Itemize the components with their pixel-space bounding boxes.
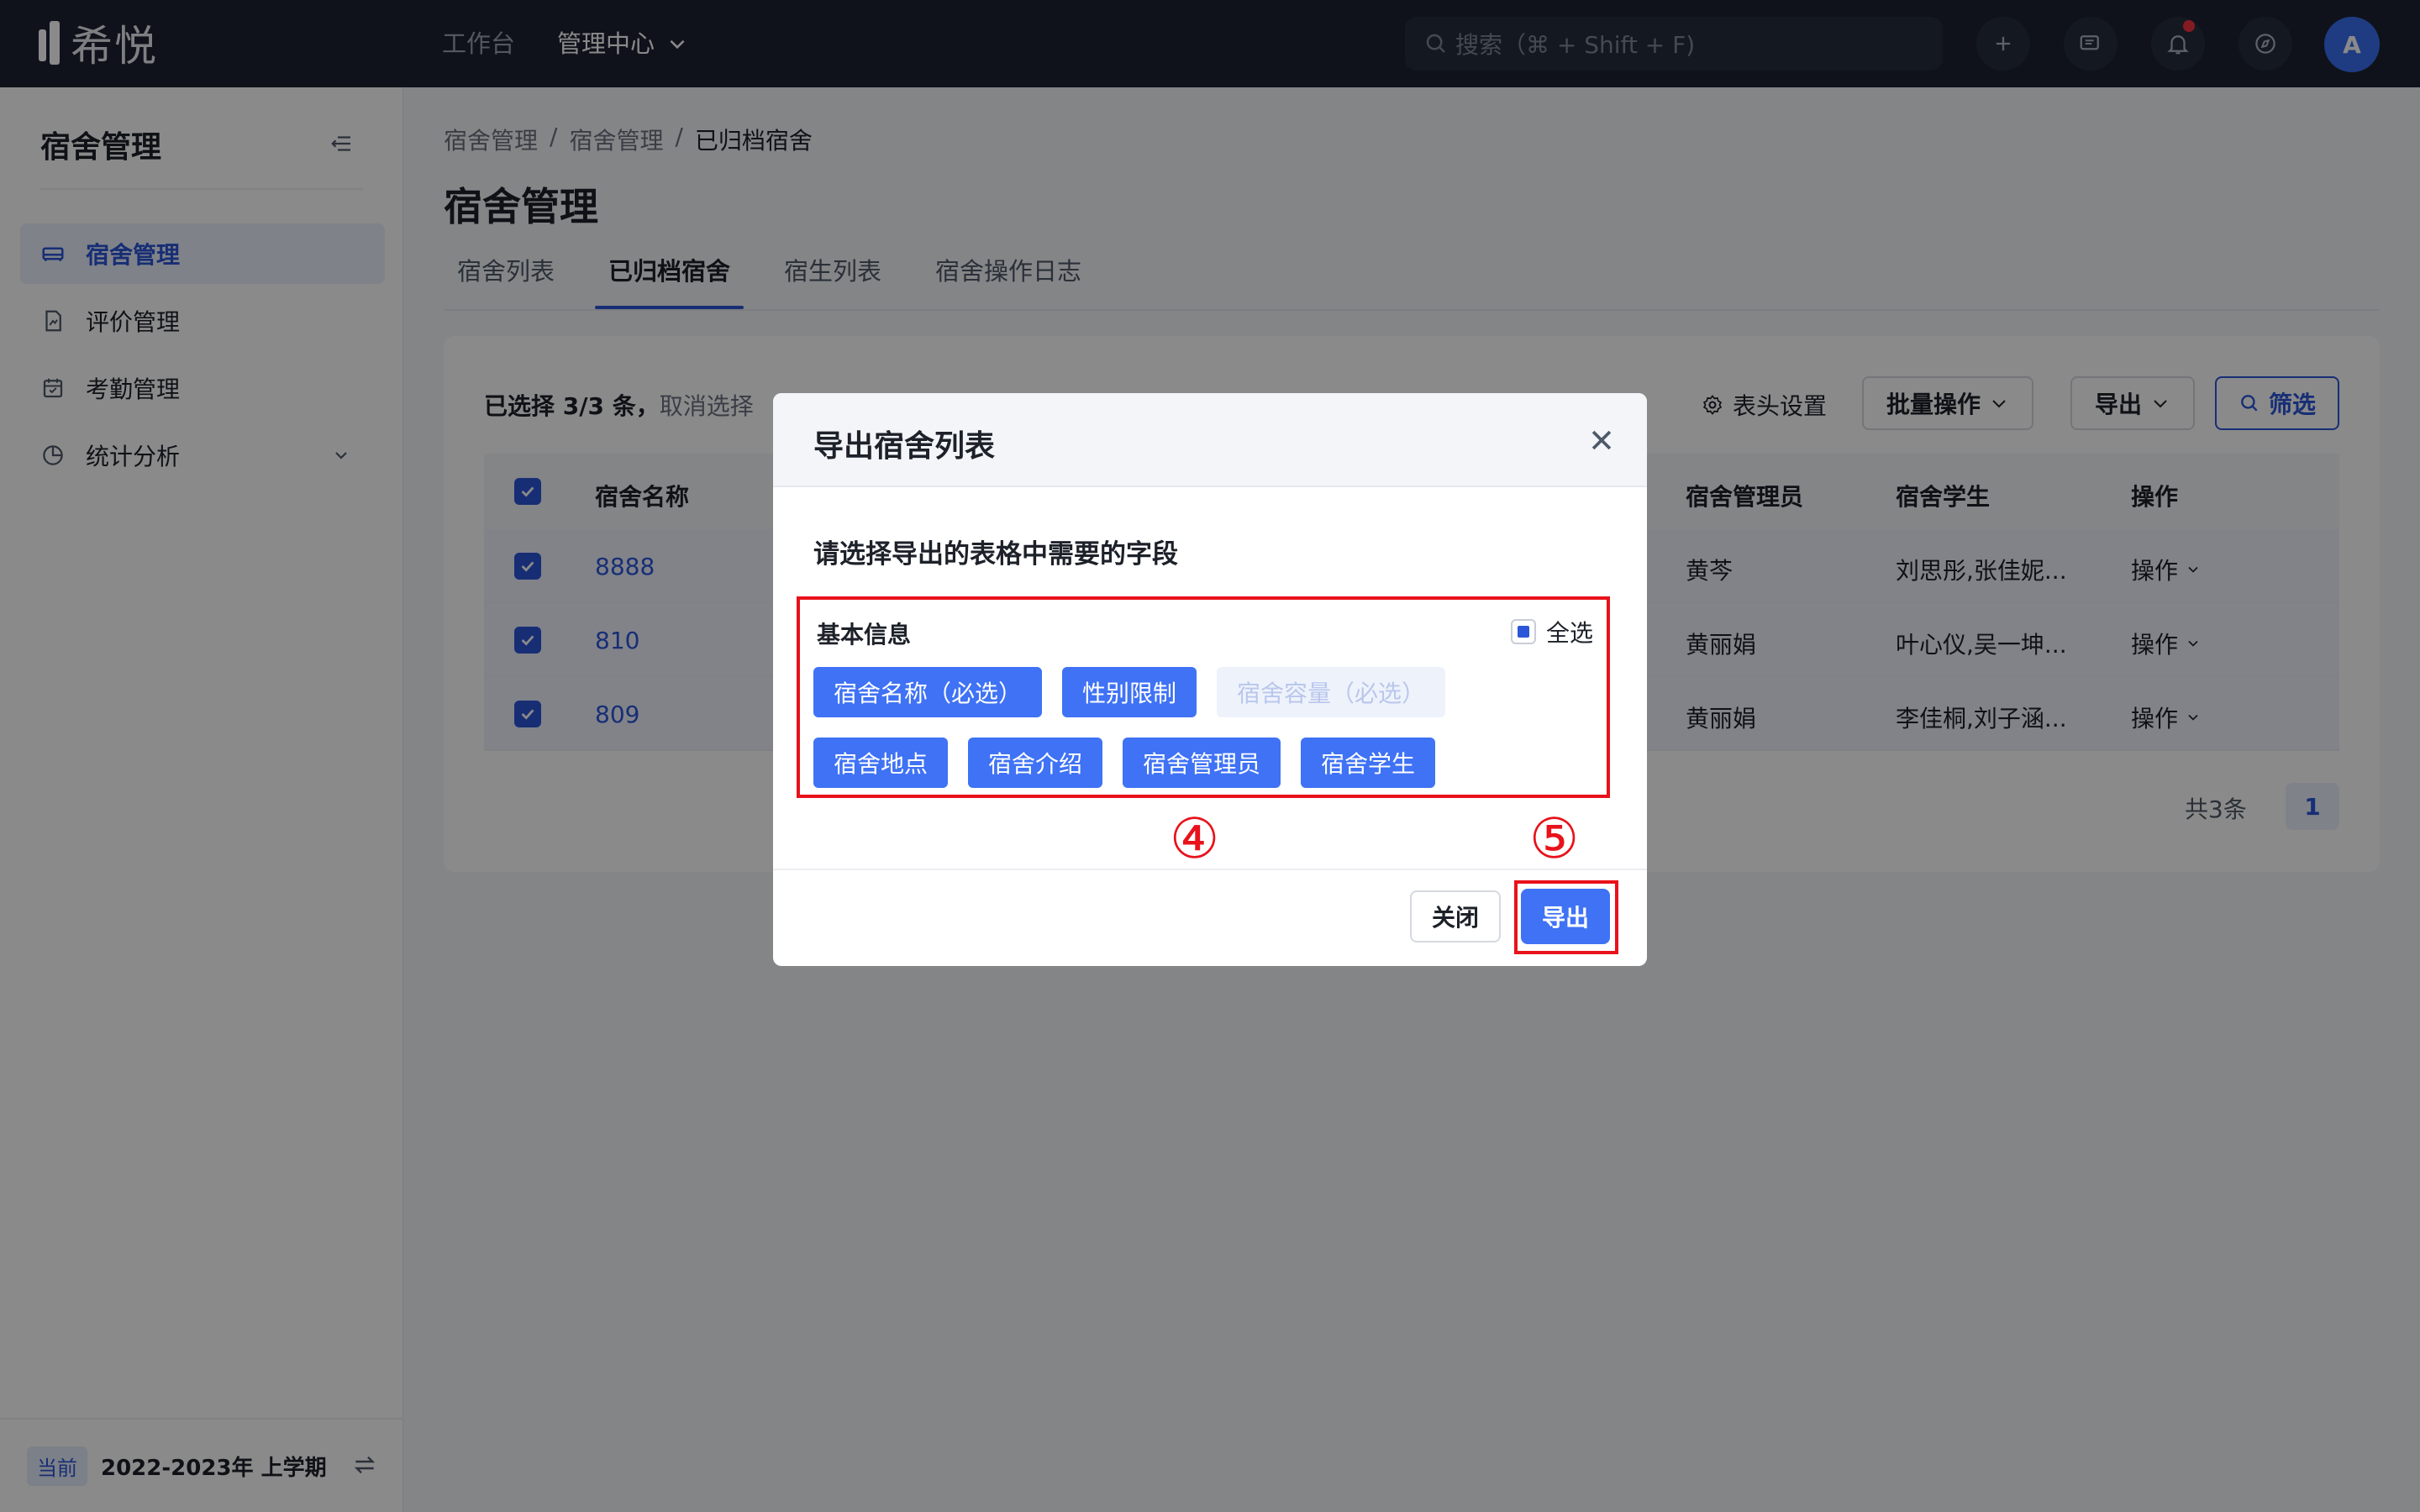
group-title: 基本信息	[817, 621, 912, 648]
export-dialog: 导出宿舍列表 请选择导出的表格中需要的字段 基本信息 全选 宿舍名称（必选） 性…	[773, 393, 1647, 966]
step-5-annotation: ⑤	[1529, 806, 1580, 871]
field-chip-capacity: 宿舍容量（必选）	[1217, 667, 1445, 717]
dialog-header: 导出宿舍列表	[773, 393, 1647, 487]
close-button[interactable]: 关闭	[1410, 890, 1501, 942]
step-4-annotation: ④	[1170, 806, 1220, 871]
close-icon	[1591, 430, 1612, 450]
select-all-checkbox[interactable]	[1510, 619, 1536, 644]
field-chip-manager[interactable]: 宿舍管理员	[1123, 738, 1281, 788]
field-selection-group: 基本信息 全选 宿舍名称（必选） 性别限制 宿舍容量（必选） 宿舍地点 宿舍介绍…	[797, 596, 1610, 798]
field-chip-students[interactable]: 宿舍学生	[1301, 738, 1435, 788]
dialog-subtitle: 请选择导出的表格中需要的字段	[813, 539, 1178, 570]
field-chip-introduction[interactable]: 宿舍介绍	[968, 738, 1102, 788]
dialog-close-button[interactable]	[1585, 423, 1618, 457]
dialog-footer-divider	[773, 869, 1647, 870]
field-chip-location[interactable]: 宿舍地点	[813, 738, 948, 788]
select-all-label: 全选	[1545, 619, 1593, 647]
dialog-title: 导出宿舍列表	[813, 429, 996, 464]
field-chip-gender-limit[interactable]: 性别限制	[1062, 667, 1197, 717]
select-all-fields[interactable]: 全选	[1510, 615, 1593, 648]
field-chip-dorm-name[interactable]: 宿舍名称（必选）	[813, 667, 1042, 717]
export-button[interactable]: 导出	[1521, 889, 1610, 944]
